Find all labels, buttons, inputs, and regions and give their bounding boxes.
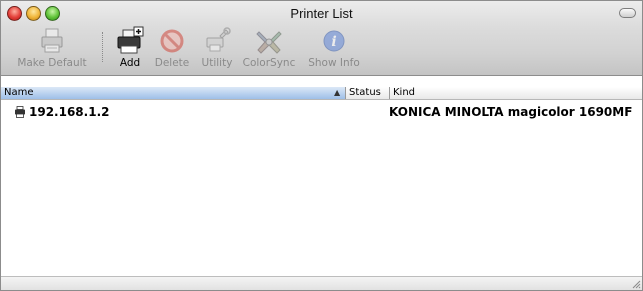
utility-label: Utility xyxy=(201,57,233,69)
add-label: Add xyxy=(119,57,141,69)
table-row[interactable]: 192.168.1.2 KONICA MINOLTA magicolor 169… xyxy=(1,105,642,121)
add-button[interactable]: Add xyxy=(113,26,147,69)
info-icon: i xyxy=(323,30,345,52)
sort-ascending-icon: ▲ xyxy=(334,88,341,97)
colorsync-label: ColorSync xyxy=(242,57,296,69)
printer-default-icon xyxy=(41,28,63,53)
toolbar-separator xyxy=(102,32,103,62)
title-toolbar: Printer List Make Default Add Delete Uti… xyxy=(1,1,642,76)
delete-icon xyxy=(160,29,184,53)
resize-grip-icon[interactable] xyxy=(631,279,641,289)
printer-icon xyxy=(15,106,25,118)
printer-list[interactable]: 192.168.1.2 KONICA MINOLTA magicolor 169… xyxy=(1,100,642,276)
utility-button[interactable]: Utility xyxy=(197,26,237,69)
list-header: Name ▲ Status Kind xyxy=(1,87,642,100)
horizontal-scrollbar[interactable] xyxy=(1,276,642,290)
svg-text:i: i xyxy=(331,34,336,50)
printer-kind-cell: KONICA MINOLTA magicolor 1690MF xyxy=(389,105,633,119)
show-info-button[interactable]: i Show Info xyxy=(308,26,360,69)
make-default-label: Make Default xyxy=(17,57,87,69)
column-header-status[interactable]: Status xyxy=(346,87,390,99)
column-header-kind[interactable]: Kind xyxy=(390,87,641,99)
window-title: Printer List xyxy=(290,6,353,21)
colorsync-icon xyxy=(256,31,282,54)
column-header-name[interactable]: Name xyxy=(1,87,346,99)
printer-list-window: Printer List Make Default Add Delete Uti… xyxy=(0,0,643,291)
make-default-button[interactable]: Make Default xyxy=(15,26,89,69)
toolbar-toggle-button[interactable] xyxy=(619,8,636,18)
show-info-label: Show Info xyxy=(308,57,360,69)
add-printer-icon xyxy=(117,26,144,54)
utility-icon xyxy=(206,27,231,52)
colorsync-button[interactable]: ColorSync xyxy=(241,26,297,69)
delete-label: Delete xyxy=(154,57,190,69)
delete-button[interactable]: Delete xyxy=(151,26,193,69)
printer-name-cell: 192.168.1.2 xyxy=(29,105,110,119)
